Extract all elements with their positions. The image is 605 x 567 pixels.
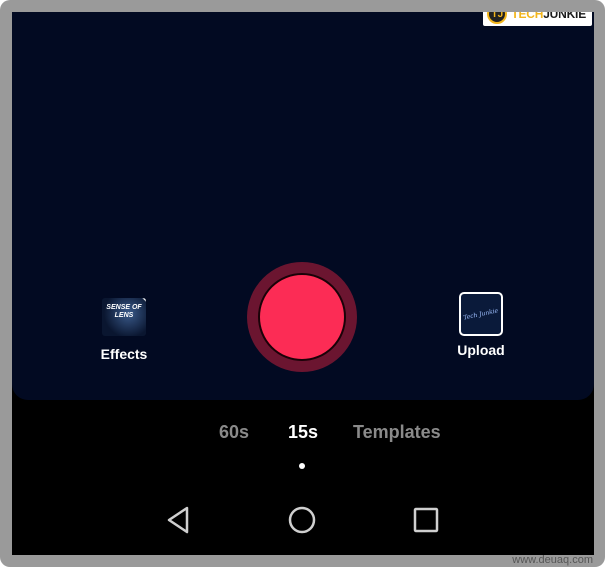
tab-15s[interactable]: 15s [288, 422, 318, 443]
upload-button[interactable]: Tech Junkie Upload [452, 292, 510, 358]
upload-thumbnail-icon: Tech Junkie [459, 292, 503, 336]
tab-templates[interactable]: Templates [353, 422, 441, 443]
duration-tabs: 60s 15s Templates [12, 422, 594, 446]
effects-thumb-text: SENSE OF LENS [106, 304, 142, 319]
phone-screen: TJ TECHJUNKIE SENSE OF LENS ✦ Effects Te… [12, 12, 594, 555]
upload-thumb-text: Tech Junkie [462, 306, 500, 322]
effects-thumbnail-icon: SENSE OF LENS ✦ [102, 298, 146, 336]
camera-preview[interactable]: TJ TECHJUNKIE SENSE OF LENS ✦ Effects Te… [12, 12, 594, 400]
home-circle-icon[interactable] [284, 502, 320, 538]
sparkle-icon: ✦ [141, 298, 146, 304]
tab-60s[interactable]: 60s [219, 422, 249, 443]
device-frame: TJ TECHJUNKIE SENSE OF LENS ✦ Effects Te… [0, 0, 605, 567]
upload-label: Upload [457, 342, 505, 358]
android-nav-bar [12, 502, 594, 538]
effects-label: Effects [100, 346, 148, 362]
active-tab-indicator [299, 463, 305, 469]
effects-button[interactable]: SENSE OF LENS ✦ Effects [98, 298, 150, 362]
footer-watermark: www.deuaq.com [512, 554, 593, 566]
techjunkie-watermark: TJ TECHJUNKIE [483, 12, 592, 26]
watermark-tech: TECH [511, 12, 544, 21]
watermark-junkie: JUNKIE [543, 12, 586, 21]
recents-square-icon[interactable] [408, 502, 444, 538]
techjunkie-logo-icon: TJ [487, 12, 508, 24]
record-inner-circle [258, 273, 346, 361]
record-button[interactable] [247, 262, 357, 372]
back-triangle-icon[interactable] [161, 502, 197, 538]
